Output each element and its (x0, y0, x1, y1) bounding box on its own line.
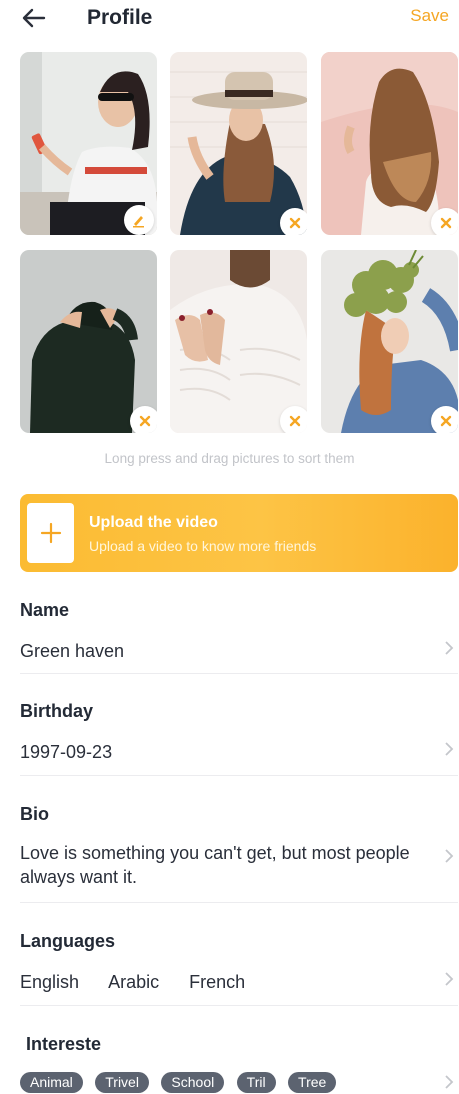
birthday-label: Birthday (20, 701, 94, 721)
photo-slot-4[interactable] (20, 250, 157, 433)
upload-title: Upload the video (89, 514, 218, 531)
edit-icon (133, 216, 144, 228)
chevron-right-icon (445, 742, 454, 756)
languages-label: Languages (20, 931, 116, 951)
interest-tag: Trivel (95, 1072, 149, 1093)
divider (20, 775, 458, 776)
photo-image (321, 250, 458, 433)
name-value: Green haven (20, 641, 125, 661)
close-icon (139, 415, 151, 427)
page-title: Profile (87, 6, 153, 29)
close-icon (440, 415, 452, 427)
interest-tag: School (161, 1072, 225, 1093)
sort-hint: Long press and drag pictures to sort the… (104, 451, 355, 466)
name-row[interactable]: Name Green haven (20, 600, 458, 663)
close-icon (289, 415, 301, 427)
bio-label: Bio (20, 804, 49, 824)
photo-slot-6[interactable] (321, 250, 458, 433)
remove-photo-badge[interactable] (130, 406, 157, 433)
photo-image (321, 52, 458, 235)
close-icon (289, 217, 301, 229)
birthday-value: 1997-09-23 (20, 742, 113, 762)
divider (20, 902, 458, 903)
photo-slot-2[interactable] (170, 52, 307, 235)
plus-icon (40, 522, 61, 544)
remove-photo-badge[interactable] (431, 406, 458, 433)
chevron-right-icon (445, 641, 454, 655)
photo-slot-1[interactable] (20, 52, 157, 235)
chevron-right-icon (445, 972, 454, 986)
upload-video-button[interactable]: Upload the video Upload a video to know … (20, 494, 458, 572)
divider (20, 1005, 458, 1006)
photo-slot-3[interactable] (321, 52, 458, 235)
interest-tag: Animal (20, 1072, 83, 1093)
photo-image (20, 250, 157, 433)
interest-tags: Animal Trivel School Tril Tree (20, 1072, 344, 1094)
languages-row[interactable]: Languages English Arabic French (20, 931, 458, 994)
edit-photo-badge[interactable] (124, 205, 154, 235)
profile-edit-screen: Profile Save Long press and drag picture… (0, 0, 459, 1094)
interest-tag: Tree (288, 1072, 337, 1093)
languages-list: English Arabic French (20, 970, 458, 994)
bio-row[interactable]: Bio Love is something you can't get, but… (20, 804, 458, 889)
save-button[interactable]: Save (410, 6, 449, 26)
birthday-row[interactable]: Birthday 1997-09-23 (20, 701, 458, 764)
remove-photo-badge[interactable] (280, 406, 307, 433)
bio-value: Love is something you can't get, but mos… (20, 843, 410, 887)
interest-tag: Tril (236, 1072, 276, 1093)
divider (20, 673, 458, 674)
header: Profile Save (0, 0, 459, 36)
chevron-right-icon (445, 1075, 454, 1089)
close-icon (440, 217, 452, 229)
photo-image (170, 52, 307, 235)
language-item: Arabic (108, 972, 160, 992)
remove-photo-badge[interactable] (431, 208, 458, 235)
upload-plus-tile (27, 503, 74, 563)
language-item: English (20, 972, 80, 992)
interests-label: Intereste (26, 1034, 102, 1054)
name-label: Name (20, 600, 70, 620)
language-item: French (189, 972, 246, 992)
back-arrow-icon[interactable] (20, 4, 48, 32)
photo-image (170, 250, 307, 433)
chevron-right-icon (445, 849, 454, 863)
remove-photo-badge[interactable] (280, 208, 307, 235)
upload-subtitle: Upload a video to know more friends (89, 538, 317, 554)
photo-slot-5[interactable] (170, 250, 307, 433)
